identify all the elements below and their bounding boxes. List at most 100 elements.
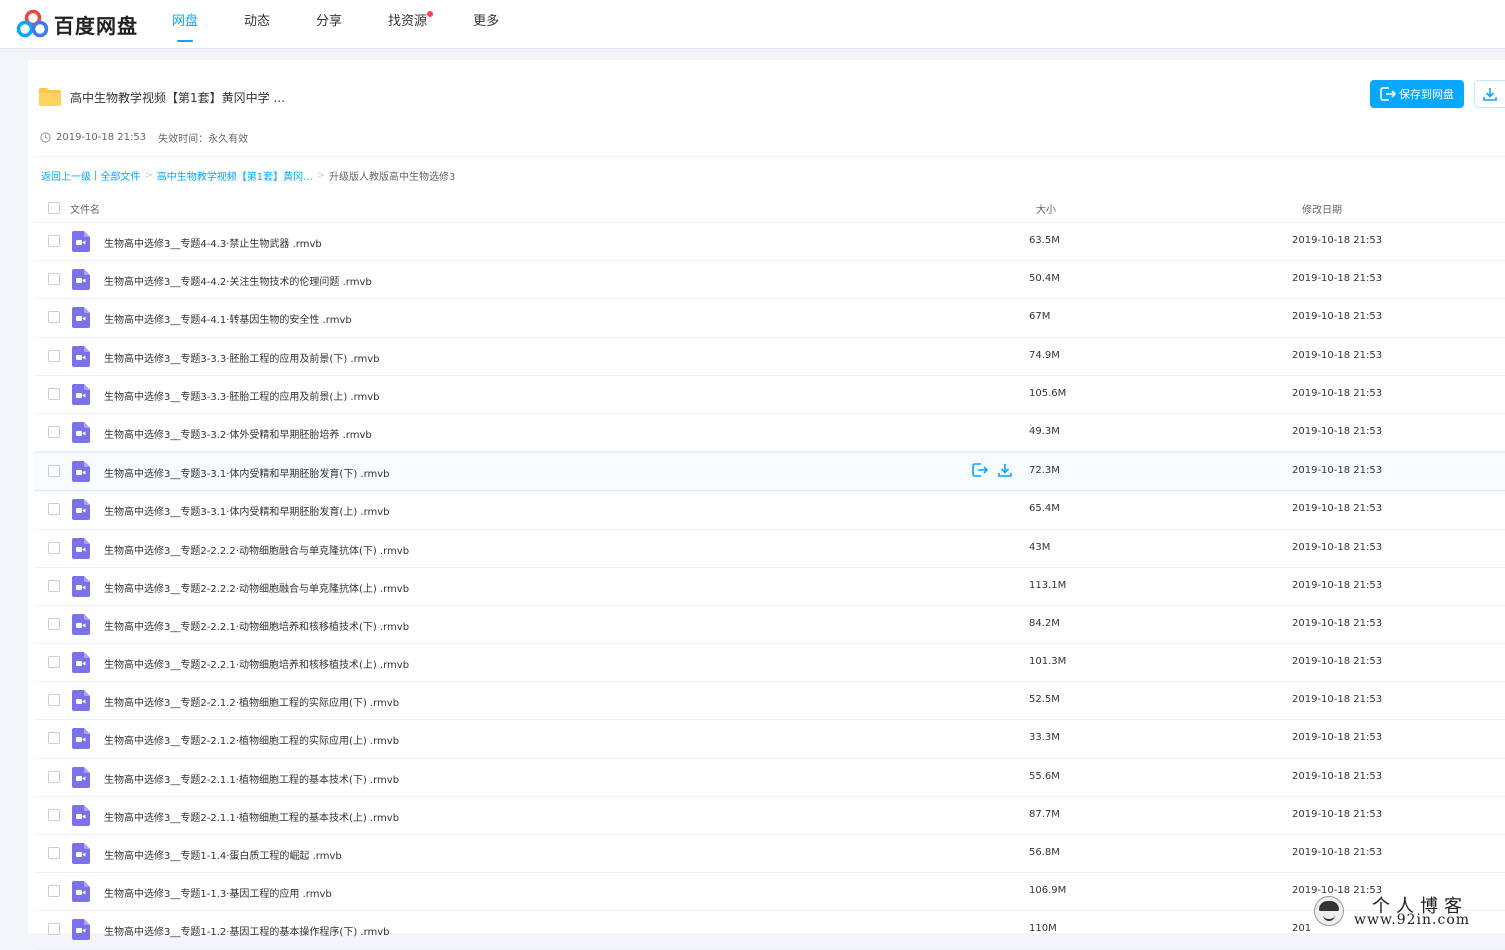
row-checkbox[interactable] [48,694,60,707]
row-checkbox[interactable] [48,311,60,324]
header-name[interactable]: 文件名 [70,201,100,216]
table-row[interactable]: 生物高中选修3__专题3-3.1·体内受精和早期胚胎发育(下) .rmvb 72.… [34,452,1505,492]
table-row[interactable]: 生物高中选修3__专题3-3.3·胚胎工程的应用及前景(下) .rmvb 74.9… [34,338,1505,376]
row-checkbox[interactable] [48,885,60,898]
file-size: 52.5M [1029,694,1060,706]
top-bar: 百度网盘 网盘 动态 分享 找资源 更多 [0,0,1505,49]
file-name[interactable]: 生物高中选修3__专题2-2.1.1·植物细胞工程的基本技术(上) .rmvb [104,809,399,824]
table-row[interactable]: 生物高中选修3__专题2-2.2.1·动物细胞培养和核移植技术(上) .rmvb… [34,644,1505,683]
breadcrumb-parent[interactable]: 高中生物教学视频【第1套】黄冈... [157,168,313,183]
share-header: 高中生物教学视频【第1套】黄冈中学 ... [38,82,285,112]
file-size: 84.2M [1029,617,1060,629]
table-row[interactable]: 生物高中选修3__专题1-1.2·基因工程的基本操作程序(下) .rmvb 110… [34,911,1505,950]
row-checkbox[interactable] [48,808,60,821]
row-checkbox[interactable] [48,349,60,362]
row-checkbox[interactable] [48,503,60,516]
divider [34,156,1505,157]
breadcrumb-all-files[interactable]: 全部文件 [100,168,140,183]
file-name[interactable]: 生物高中选修3__专题2-2.2.2·动物细胞融合与单克隆抗体(上) .rmvb [104,580,409,595]
file-name[interactable]: 生物高中选修3__专题1-1.4·蛋白质工程的崛起 .rmvb [104,847,342,862]
row-checkbox[interactable] [48,273,60,286]
row-checkbox[interactable] [48,617,60,630]
row-checkbox[interactable] [48,541,60,554]
table-row[interactable]: 生物高中选修3__专题2-2.2.2·动物细胞融合与单克隆抗体(上) .rmvb… [34,568,1505,606]
share-panel: 高中生物教学视频【第1套】黄冈中学 ... 保存到网盘 2019-10-18 2… [28,60,1505,950]
file-date: 2019-10-18 21:53 [1292,847,1383,858]
breadcrumb-back[interactable]: 返回上一级 [41,168,91,183]
file-name[interactable]: 生物高中选修3__专题3-3.1·体内受精和早期胚胎发育(下) .rmvb [104,465,390,480]
row-checkbox[interactable] [48,425,60,438]
row-checkbox[interactable] [48,923,60,936]
folder-icon [38,87,62,107]
row-save-icon[interactable] [972,463,988,477]
nav-item-2[interactable]: 分享 [316,0,342,48]
row-checkbox[interactable] [48,465,60,478]
table-row[interactable]: 生物高中选修3__专题3-3.1·体内受精和早期胚胎发育(上) .rmvb 65.… [34,491,1505,530]
table-row[interactable]: 生物高中选修3__专题3-3.3·胚胎工程的应用及前景(上) .rmvb 105.… [34,376,1505,414]
file-name[interactable]: 生物高中选修3__专题3-3.2·体外受精和早期胚胎培养 .rmvb [104,426,372,441]
nav-item-label: 更多 [473,14,500,29]
file-name[interactable]: 生物高中选修3__专题2-2.1.2·植物细胞工程的实际应用(下) .rmvb [104,694,399,709]
file-size: 105.6M [1029,387,1067,399]
video-file-icon [72,575,90,597]
created-time: 2019-10-18 21:53 [56,132,147,143]
file-name[interactable]: 生物高中选修3__专题3-3.3·胚胎工程的应用及前景(上) .rmvb [104,388,380,403]
table-row[interactable]: 生物高中选修3__专题1-1.3·基因工程的应用 .rmvb 106.9M 2019… [34,873,1505,912]
file-size: 106.9M [1029,885,1067,897]
row-checkbox[interactable] [48,656,60,669]
table-row[interactable]: 生物高中选修3__专题2-2.1.2·植物细胞工程的实际应用(上) .rmvb 3… [34,720,1505,759]
table-row[interactable]: 生物高中选修3__专题2-2.2.2·动物细胞融合与单克隆抗体(下) .rmvb… [34,530,1505,568]
nav-item-3[interactable]: 找资源 [388,0,434,48]
nav-item-1[interactable]: 动态 [244,0,270,48]
save-to-netdisk-button[interactable]: 保存到网盘 [1370,80,1464,108]
row-checkbox[interactable] [48,847,60,859]
table-row[interactable]: 生物高中选修3__专题1-1.4·蛋白质工程的崛起 .rmvb 56.8M 2019… [34,835,1505,874]
file-name[interactable]: 生物高中选修3__专题2-2.2.2·动物细胞融合与单克隆抗体(下) .rmvb [104,542,409,557]
row-actions [972,463,1022,477]
table-row[interactable]: 生物高中选修3__专题2-2.1.2·植物细胞工程的实际应用(下) .rmvb 5… [34,682,1505,721]
file-name[interactable]: 生物高中选修3__专题2-2.1.1·植物细胞工程的基本技术(下) .rmvb [104,771,399,786]
table-row[interactable]: 生物高中选修3__专题4-4.2·关注生物技术的伦理问题 .rmvb 50.4M 2… [34,261,1505,300]
baidu-netdisk-logo-icon [16,9,49,38]
file-date: 2019-10-18 21:53 [1292,235,1383,246]
file-name[interactable]: 生物高中选修3__专题3-3.3·胚胎工程的应用及前景(下) .rmvb [104,350,380,365]
video-file-icon [72,652,90,674]
row-checkbox[interactable] [48,732,60,745]
table-row[interactable]: 生物高中选修3__专题4-4.1·转基因生物的安全性 .rmvb 67M 2019-… [34,299,1505,338]
file-name[interactable]: 生物高中选修3__专题4-4.3·禁止生物武器 .rmvb [104,235,322,250]
video-file-icon [72,766,90,788]
header-size[interactable]: 大小 [1036,201,1056,216]
row-checkbox[interactable] [48,235,60,247]
file-name[interactable]: 生物高中选修3__专题3-3.1·体内受精和早期胚胎发育(上) .rmvb [104,503,390,518]
file-name[interactable]: 生物高中选修3__专题4-4.2·关注生物技术的伦理问题 .rmvb [104,273,372,288]
row-checkbox[interactable] [48,387,60,400]
table-row[interactable]: 生物高中选修3__专题2-2.1.1·植物细胞工程的基本技术(下) .rmvb 5… [34,759,1505,797]
video-file-icon [72,881,90,903]
nav-item-0[interactable]: 网盘 [172,0,198,48]
select-all-checkbox[interactable] [48,202,60,214]
file-name[interactable]: 生物高中选修3__专题1-1.2·基因工程的基本操作程序(下) .rmvb [104,923,390,938]
row-checkbox[interactable] [48,579,60,592]
nav-item-4[interactable]: 更多 [473,0,499,48]
download-button[interactable] [1474,80,1505,108]
brand-name: 百度网盘 [54,13,138,38]
video-file-icon [72,307,90,329]
file-name[interactable]: 生物高中选修3__专题2-2.2.1·动物细胞培养和核移植技术(上) .rmvb [104,656,409,671]
logo[interactable]: 百度网盘 [16,8,138,40]
video-file-icon [72,728,90,750]
row-checkbox[interactable] [48,770,60,783]
save-button-label: 保存到网盘 [1399,88,1454,101]
table-row[interactable]: 生物高中选修3__专题2-2.1.1·植物细胞工程的基本技术(上) .rmvb 8… [34,797,1505,835]
file-name[interactable]: 生物高中选修3__专题2-2.1.2·植物细胞工程的实际应用(上) .rmvb [104,732,399,747]
file-name[interactable]: 生物高中选修3__专题4-4.1·转基因生物的安全性 .rmvb [104,311,352,326]
file-date: 2019-10-18 21:53 [1292,425,1383,437]
table-row[interactable]: 生物高中选修3__专题2-2.2.1·动物细胞培养和核移植技术(下) .rmvb… [34,606,1505,645]
table-row[interactable]: 生物高中选修3__专题3-3.2·体外受精和早期胚胎培养 .rmvb 49.3M 2… [34,414,1505,453]
table-row[interactable]: 生物高中选修3__专题4-4.3·禁止生物武器 .rmvb 63.5M 2019-1… [34,223,1505,262]
file-name[interactable]: 生物高中选修3__专题2-2.2.1·动物细胞培养和核移植技术(下) .rmvb [104,618,409,633]
file-date: 2019-10-18 21:53 [1292,732,1383,744]
header-date[interactable]: 修改日期 [1302,201,1342,216]
file-name[interactable]: 生物高中选修3__专题1-1.3·基因工程的应用 .rmvb [104,885,332,900]
video-file-icon [72,345,90,367]
row-download-icon[interactable] [998,463,1012,477]
